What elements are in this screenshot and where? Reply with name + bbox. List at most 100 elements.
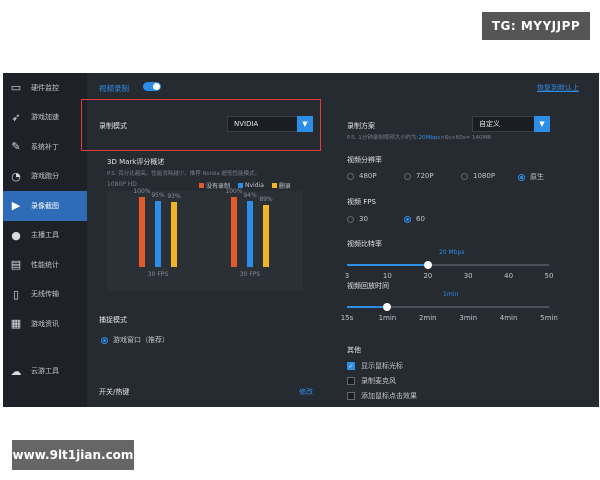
replay-tick-label: 1min [378,314,397,322]
capture-mode-title: 捕捉模式 [99,316,127,324]
fps-option[interactable]: 60 [404,215,425,223]
sidebar-item-label: 录像截图 [31,201,59,210]
resolution-option-label: 480P [359,172,377,180]
bitrate-slider-fill [347,264,428,266]
bitrate-slider-handle[interactable] [423,261,432,269]
chart-icon: ▤ [10,258,22,272]
radio-selected-icon [101,336,108,344]
sidebar-item-2[interactable]: ✎ 系统补丁 [3,132,87,162]
restore-default-link[interactable]: 恢复到默认上 [537,83,579,93]
sidebar-item-7[interactable]: ▯ 无线传输 [3,280,87,310]
bitrate-tick-label: 40 [504,272,514,280]
other-option[interactable]: ✓ 显示鼠标光标 [347,358,547,373]
other-option[interactable]: 添加鼠标点击效果 [347,388,547,403]
bitrate-tick-label: 3 [344,272,350,280]
replay-slider-fill [347,306,388,308]
rocket-icon: ➶ [11,110,21,124]
replay-slider-handle[interactable] [383,303,392,311]
sidebar-item-4[interactable]: ▶ 录像截图 [3,191,87,221]
sidebar-item-0[interactable]: ▭ 硬件监控 [3,73,87,103]
bitrate-tick-label: 30 [463,272,473,280]
chart-value-label: 100% [133,188,151,195]
other-option[interactable]: ✓ 显示录制计时器 [347,403,547,407]
checkbox-icon [347,391,355,400]
chart-bar [263,204,269,267]
checkbox-checked-icon: ✓ [347,406,355,407]
sidebar-item-3[interactable]: ◔ 游戏跑分 [3,162,87,192]
sidebar-item-label: 游戏跑分 [31,172,59,181]
record-mode-label: 录制模式 [99,122,127,130]
sidebar-item-6[interactable]: ▤ 性能统计 [3,250,87,280]
sidebar-item-label: 硬件监控 [31,83,59,92]
streamer-icon: ● [11,228,21,242]
radio-icon [347,215,354,223]
checkbox-icon [347,376,355,385]
replay-tick-label: 4min [499,314,518,322]
resolution-option-label: 原生 [530,173,544,181]
fps-label: 视频 FPS [347,198,376,206]
record-mode-select[interactable]: NVIDIA ▼ [227,116,313,132]
replay-ticks: 15s 1min 2min 3min 4min 5min [341,314,558,324]
watermark-top: TG: MYYJJPP [482,12,590,40]
radio-icon [518,173,525,181]
scheme-value: 自定义 [479,120,500,128]
record-mode-value: NVIDIA [234,120,259,128]
radio-icon [404,215,411,223]
sidebar-item-label: 主播工具 [31,231,59,240]
resolution-option[interactable]: 480P [347,172,377,180]
replay-current: 1min [443,291,459,298]
replay-tick-label: 15s [340,314,354,322]
bitrate-slider[interactable] [347,261,549,269]
camera-icon: ▶ [11,199,21,213]
chart-value-label: 89% [259,195,273,203]
benchmark-legend: 没有录制 Nvidia 删录 [199,181,291,190]
legend-label: Nvidia [245,182,264,189]
replay-tick-label: 5min [540,314,558,322]
resolution-option[interactable]: 720P [404,172,434,180]
sidebar-item-1[interactable]: ➶ 游戏加速 [3,103,87,133]
scheme-note-rate: 20Mbps [418,135,441,141]
bitrate-tick-label: 10 [382,272,392,280]
radio-icon [347,172,354,180]
video-record-toggle[interactable] [143,82,161,91]
bitrate-current: 20 Mbps [439,249,465,256]
scheme-note-prefix: P.S. 1分钟录制视频大小约为: [347,135,419,141]
replay-label: 视频回放时间 [347,282,389,290]
benchmark-title: 3D Mark评分概述 [107,158,165,166]
resolution-option[interactable]: 1080P [461,172,495,180]
scheme-label: 录制方案 [347,122,375,130]
chevron-down-icon: ▼ [534,116,550,132]
legend-item: 删录 [271,181,291,190]
replay-slider[interactable] [347,303,549,311]
chevron-down-icon: ▼ [297,116,313,132]
scheme-select[interactable]: 自定义 ▼ [472,116,550,132]
sidebar: ▭ 硬件监控 ➶ 游戏加速 ✎ 系统补丁 ◔ 游戏跑分 ▶ 录像截图 ● 主播工具 ▤ 性能统计 ▯ 无线传输… [3,73,87,407]
chart-bar [139,197,145,267]
other-label: 其他 [347,346,361,354]
sidebar-item-5[interactable]: ● 主播工具 [3,221,87,251]
phone-icon: ▯ [12,287,20,301]
sidebar-item-label: 无线传输 [31,290,59,299]
chart-bar [247,201,253,267]
radio-icon [461,172,468,180]
video-record-label: 视频录制 [99,84,129,93]
sidebar-item-9[interactable]: ☁ 云游工具 [3,357,87,387]
other-option[interactable]: 录制麦克风 [347,373,547,388]
replay-tick-label: 3min [459,314,478,322]
fps-option[interactable]: 30 [347,215,368,223]
sidebar-item-label: 游戏资讯 [31,319,59,328]
watermark-bottom: www.9lt1jian.com [12,440,134,470]
app-window: ▭ 硬件监控 ➶ 游戏加速 ✎ 系统补丁 ◔ 游戏跑分 ▶ 录像截图 ● 主播工具 ▤ 性能统计 ▯ 无线传输… [3,73,599,407]
hotkey-edit-link[interactable]: 修改 [299,387,313,397]
capture-option[interactable]: 游戏窗口（推荐） [101,335,169,345]
other-option-label: 录制麦克风 [361,376,396,385]
legend-label: 删录 [278,183,291,190]
chart-value-label: 94% [243,192,257,200]
sidebar-item-8[interactable]: ▦ 游戏资讯 [3,309,87,339]
resolution-option-label: 1080P [473,172,496,180]
bitrate-label: 视频比特率 [347,240,382,248]
resolution-option-label: 720P [416,172,434,180]
checkbox-checked-icon: ✓ [347,361,355,370]
resolution-option[interactable]: 原生 [518,172,544,182]
chart-bar [231,197,237,267]
